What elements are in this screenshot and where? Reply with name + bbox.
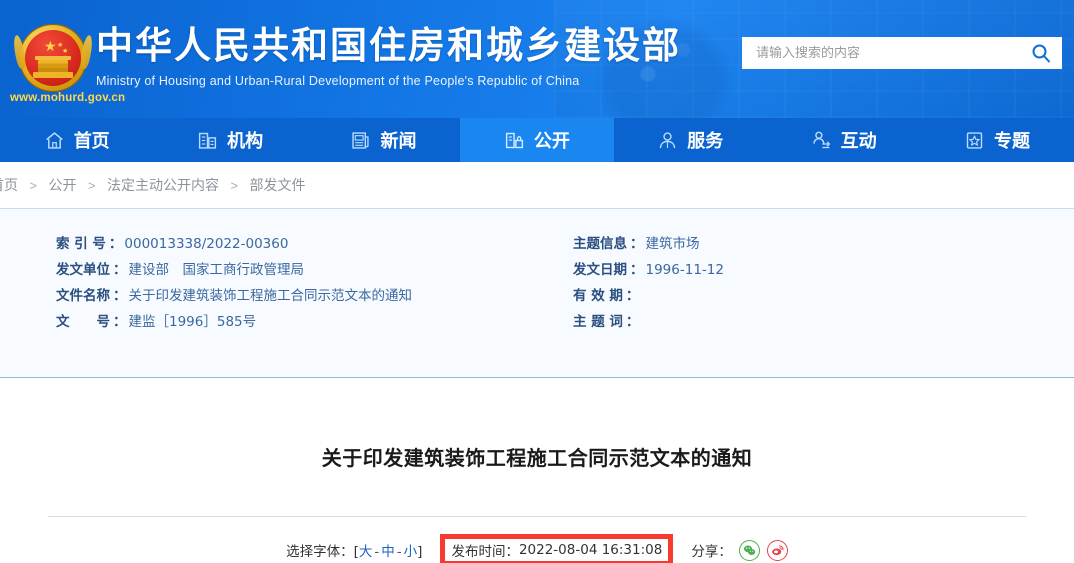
document-metadata-panel: 索 引 号 ： 000013338/2022-00360 发文单位 ： 建设部 … bbox=[0, 208, 1074, 378]
metadata-colon: ： bbox=[113, 288, 127, 304]
metadata-value: 建筑市场 bbox=[645, 236, 700, 252]
metadata-value: 1996-11-12 bbox=[645, 262, 724, 278]
metadata-column-right: 主题信息 ： 建筑市场 发文日期 ： 1996-11-12 有 效 期 ： 主 … bbox=[537, 231, 1074, 335]
nav-item-home[interactable]: 首页 bbox=[0, 118, 153, 162]
breadcrumb: 首页 > 公开 > 法定主动公开内容 > 部发文件 bbox=[0, 162, 1074, 208]
metadata-key: 发文日期 bbox=[573, 262, 627, 278]
wechat-share-icon[interactable] bbox=[738, 539, 760, 561]
newspaper-icon bbox=[352, 131, 370, 149]
metadata-row-keywords: 主 题 词 ： bbox=[573, 309, 1074, 335]
metadata-colon: ： bbox=[113, 262, 127, 278]
wechat-glyph-icon bbox=[743, 545, 756, 555]
nav-label-organization: 机构 bbox=[227, 131, 264, 152]
nav-label-home: 首页 bbox=[73, 131, 110, 152]
nav-item-interaction[interactable]: 互动 bbox=[767, 118, 920, 162]
site-url: www.mohurd.gov.cn bbox=[10, 92, 126, 104]
metadata-key: 主 题 词 bbox=[573, 314, 623, 330]
share-label: 分享： bbox=[691, 544, 732, 560]
breadcrumb-separator: > bbox=[87, 178, 96, 193]
bracket-close: ] bbox=[417, 544, 423, 560]
metadata-colon: ： bbox=[625, 288, 640, 304]
publish-time-highlight-box: 发布时间： 2022-08-04 16:31:08 bbox=[440, 534, 674, 563]
share-section: 分享： bbox=[691, 539, 788, 561]
weibo-share-icon[interactable] bbox=[766, 539, 788, 561]
metadata-value: 建监［1996］585号 bbox=[128, 314, 257, 330]
metadata-value: 建设部 国家工商行政管理局 bbox=[128, 262, 305, 278]
site-header: ★ ★ ★ ★ ★ 中华人民共和国住房和城乡建设部 Ministry of Ho… bbox=[0, 0, 1074, 118]
open-document-icon bbox=[505, 132, 523, 148]
interaction-icon bbox=[813, 131, 830, 148]
breadcrumb-separator: > bbox=[29, 178, 38, 193]
font-size-label: 选择字体： bbox=[286, 544, 354, 560]
nav-item-service[interactable]: 服务 bbox=[614, 118, 767, 162]
nav-item-open-government[interactable]: 公开 bbox=[460, 118, 614, 162]
breadcrumb-item-ministry-documents[interactable]: 部发文件 bbox=[250, 178, 306, 194]
metadata-key: 有 效 期 bbox=[573, 288, 623, 304]
metadata-row-topic-info: 主题信息 ： 建筑市场 bbox=[573, 231, 1074, 257]
weibo-glyph-icon bbox=[771, 544, 784, 555]
nav-label-interaction: 互动 bbox=[840, 131, 877, 152]
metadata-colon: ： bbox=[113, 314, 127, 330]
metadata-key: 文 号 bbox=[56, 314, 110, 330]
metadata-value: 000013338/2022-00360 bbox=[124, 236, 289, 252]
metadata-colon: ： bbox=[630, 236, 644, 252]
font-size-large-button[interactable]: 大 bbox=[359, 544, 373, 560]
article-toolbar: 选择字体：[大 - 中 - 小] 发布时间： 2022-08-04 16:31:08 分享… bbox=[0, 532, 1074, 563]
building-icon bbox=[199, 132, 217, 149]
metadata-column-left: 索 引 号 ： 000013338/2022-00360 发文单位 ： 建设部 … bbox=[0, 231, 537, 335]
site-title-cn: 中华人民共和国住房和城乡建设部 bbox=[96, 24, 681, 67]
article-divider bbox=[48, 516, 1026, 517]
metadata-colon: ： bbox=[625, 314, 640, 330]
home-icon bbox=[45, 131, 63, 149]
article-title: 关于印发建筑装饰工程施工合同示范文本的通知 bbox=[321, 446, 753, 470]
nav-label-news: 新闻 bbox=[380, 131, 417, 152]
metadata-row-index-number: 索 引 号 ： 000013338/2022-00360 bbox=[56, 231, 537, 257]
metadata-row-issuing-unit: 发文单位 ： 建设部 国家工商行政管理局 bbox=[56, 257, 537, 283]
search-input[interactable] bbox=[742, 38, 1020, 68]
publish-time-value: 2022-08-04 16:31:08 bbox=[518, 542, 663, 558]
nav-label-open-government: 公开 bbox=[533, 131, 570, 152]
font-size-picker: 选择字体：[大 - 中 - 小] bbox=[286, 540, 422, 560]
nav-item-organization[interactable]: 机构 bbox=[153, 118, 306, 162]
nav-label-service: 服务 bbox=[687, 131, 724, 152]
star-box-icon bbox=[966, 131, 983, 149]
metadata-row-file-name: 文件名称 ： 关于印发建筑装饰工程施工合同示范文本的通知 bbox=[56, 283, 537, 309]
font-size-small-button[interactable]: 小 bbox=[404, 544, 418, 560]
metadata-row-valid-period: 有 效 期 ： bbox=[573, 283, 1074, 309]
search-box[interactable] bbox=[742, 37, 1062, 69]
metadata-colon: ： bbox=[630, 262, 644, 278]
search-button[interactable] bbox=[1020, 38, 1062, 68]
breadcrumb-item-open[interactable]: 公开 bbox=[49, 178, 77, 194]
service-person-icon bbox=[660, 131, 676, 148]
metadata-colon: ： bbox=[108, 236, 123, 252]
article-section: 关于印发建筑装饰工程施工合同示范文本的通知 选择字体：[大 - 中 - 小] 发布时间：… bbox=[0, 378, 1074, 563]
metadata-key: 索 引 号 bbox=[56, 236, 106, 252]
breadcrumb-item-home[interactable]: 首页 bbox=[0, 178, 18, 194]
nav-label-topics: 专题 bbox=[994, 131, 1031, 152]
nav-item-topics[interactable]: 专题 bbox=[920, 118, 1073, 162]
site-title-block: 中华人民共和国住房和城乡建设部 Ministry of Housing and … bbox=[96, 24, 681, 90]
font-size-dash: - bbox=[396, 544, 402, 560]
breadcrumb-separator: > bbox=[230, 178, 239, 193]
metadata-key: 发文单位 bbox=[56, 262, 110, 278]
nav-item-news[interactable]: 新闻 bbox=[307, 118, 460, 162]
metadata-key: 文件名称 bbox=[56, 288, 110, 304]
site-title-en: Ministry of Housing and Urban-Rural Deve… bbox=[96, 74, 580, 88]
font-size-medium-button[interactable]: 中 bbox=[381, 544, 395, 560]
publish-time-label: 发布时间： bbox=[451, 544, 519, 560]
metadata-value: 关于印发建筑装饰工程施工合同示范文本的通知 bbox=[128, 288, 413, 304]
main-navigation: 首页 机构 新闻 公开 服务 互动 专题 bbox=[0, 118, 1074, 162]
metadata-key: 主题信息 bbox=[573, 236, 627, 252]
national-emblem-icon: ★ ★ ★ ★ ★ bbox=[12, 21, 94, 95]
breadcrumb-item-statutory-disclosure[interactable]: 法定主动公开内容 bbox=[107, 178, 219, 194]
font-size-dash: - bbox=[374, 544, 380, 560]
search-icon bbox=[1032, 44, 1050, 63]
metadata-row-document-number: 文 号 ： 建监［1996］585号 bbox=[56, 309, 537, 335]
metadata-row-issue-date: 发文日期 ： 1996-11-12 bbox=[573, 257, 1074, 283]
